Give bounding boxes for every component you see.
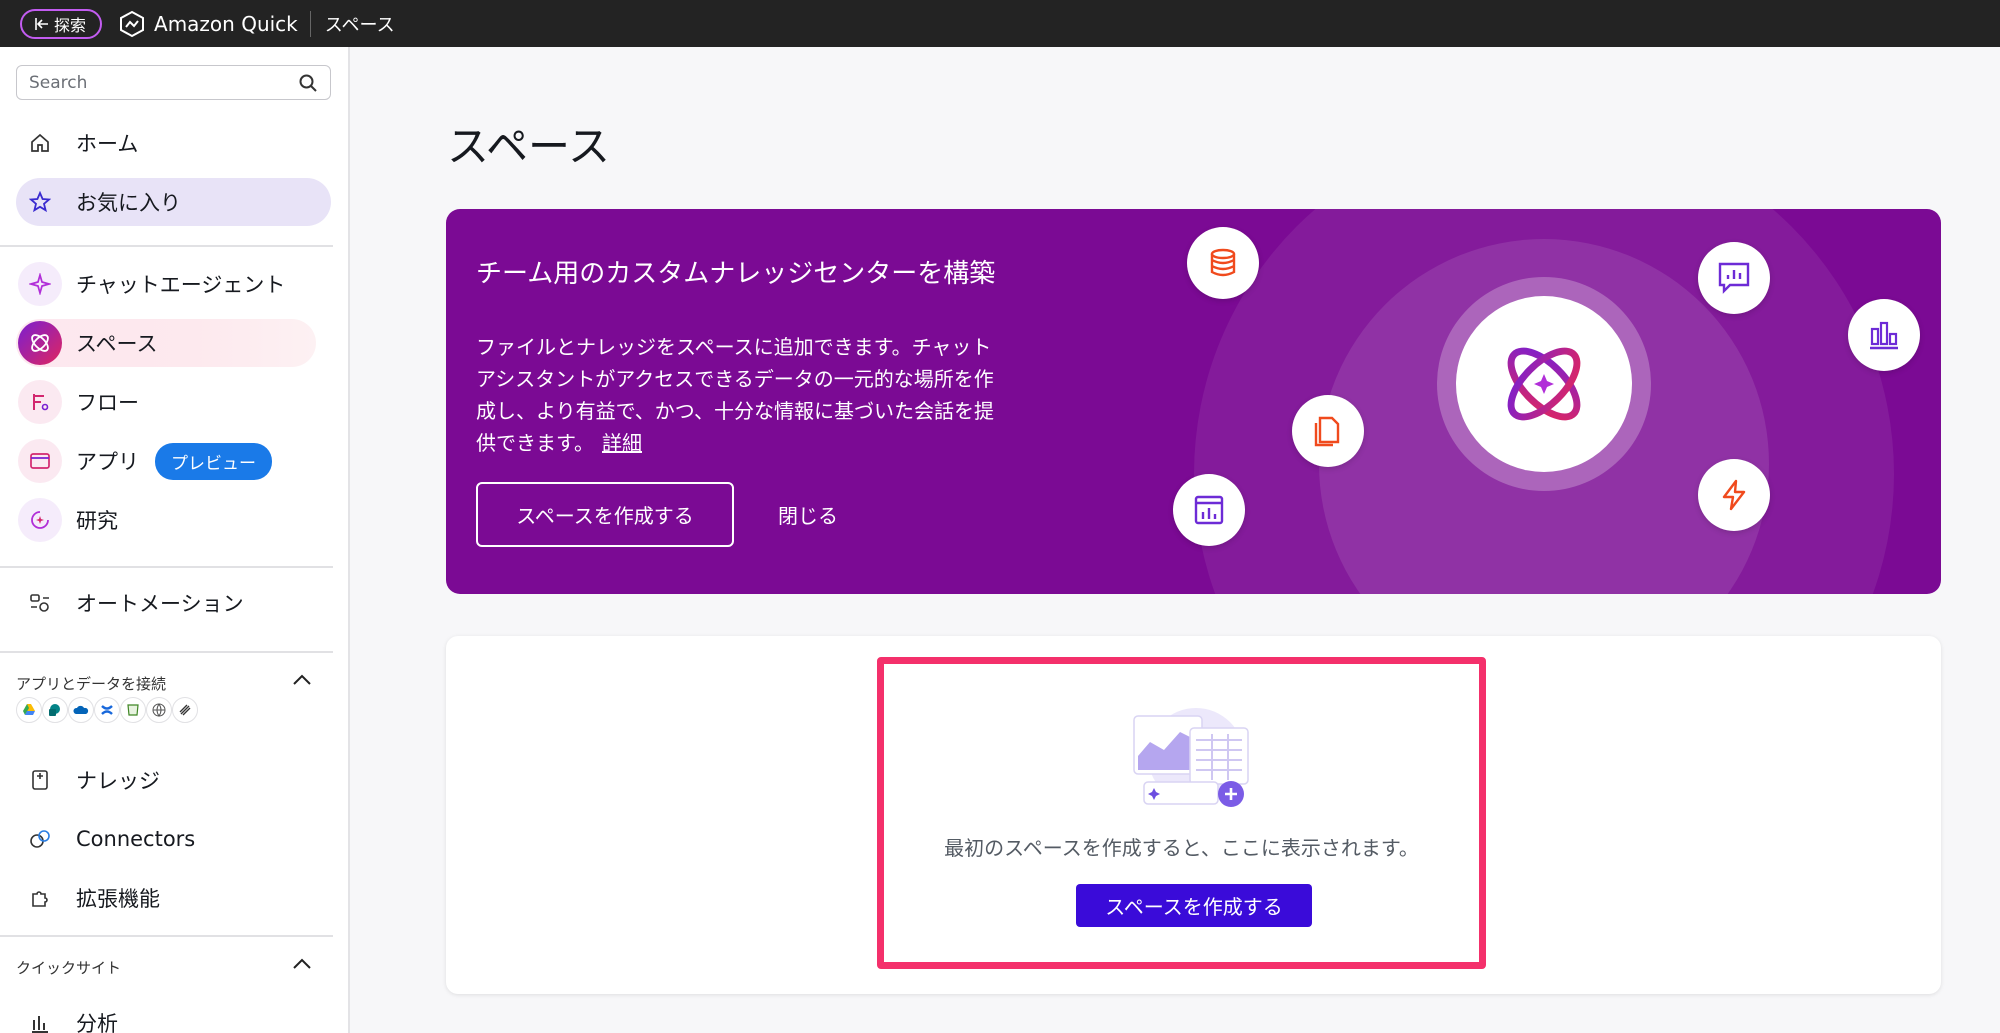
- space-hub: [1456, 296, 1632, 472]
- chevron-up-icon[interactable]: [290, 952, 314, 976]
- nav-item-knowledge[interactable]: ナレッジ: [16, 756, 331, 804]
- nav-label: お気に入り: [76, 191, 181, 215]
- chat-chart-icon: [1698, 242, 1770, 314]
- app-window-icon: [30, 453, 50, 469]
- home-icon: [31, 133, 49, 152]
- nav-item-analysis[interactable]: 分析: [16, 999, 331, 1033]
- create-space-button[interactable]: スペースを作成する: [1076, 884, 1312, 927]
- nav-item-extensions[interactable]: 拡張機能: [16, 874, 331, 922]
- space-atom-icon: [1507, 347, 1581, 421]
- nav-label: ナレッジ: [76, 769, 160, 793]
- preview-badge: プレビュー: [155, 442, 272, 480]
- divider: [0, 651, 333, 653]
- breadcrumb: スペース: [324, 14, 395, 36]
- banner-description: ファイルとナレッジをスペースに追加できます。チャットアシスタントがアクセスできる…: [476, 331, 996, 459]
- banner-title: チーム用のカスタムナレッジセンターを構築: [476, 259, 996, 289]
- quicksight-section-title: クイックサイト: [16, 959, 122, 977]
- bar-chart-icon: [1848, 299, 1920, 371]
- other-connector-icon[interactable]: [172, 697, 198, 723]
- nav-label: スペース: [76, 332, 158, 356]
- banner-description-text: ファイルとナレッジをスペースに追加できます。チャットアシスタントがアクセスできる…: [476, 335, 994, 455]
- nav-item-spaces[interactable]: スペース: [16, 319, 316, 367]
- nav-item-favorites[interactable]: お気に入り: [16, 178, 331, 226]
- nav-item-home[interactable]: ホーム: [16, 119, 331, 167]
- web-icon[interactable]: [146, 697, 172, 723]
- confluence-icon[interactable]: [94, 697, 120, 723]
- explore-label: 探索: [54, 15, 87, 35]
- documents-icon: [1292, 395, 1364, 467]
- nav-label: ホーム: [76, 132, 139, 156]
- automation-icon: [30, 594, 49, 612]
- flow-icon: [33, 394, 49, 411]
- nav-item-chat-agent[interactable]: チャットエージェント: [16, 260, 331, 308]
- knowledge-icon: [32, 770, 48, 790]
- top-bar: 探索 Amazon Quick スペース: [0, 0, 2000, 47]
- space-atom-icon: [31, 334, 49, 352]
- google-drive-icon[interactable]: [16, 697, 42, 723]
- report-table-icon: [1173, 474, 1245, 546]
- lightning-icon: [1698, 459, 1770, 531]
- nav-item-flows[interactable]: フロー: [16, 378, 331, 426]
- nav-label: 研究: [76, 509, 118, 533]
- nav-label: 分析: [76, 1012, 118, 1033]
- puzzle-icon: [32, 891, 48, 907]
- search-input[interactable]: [29, 72, 298, 93]
- s3-icon[interactable]: [120, 697, 146, 723]
- connector-icons: [16, 697, 198, 723]
- divider: [0, 566, 333, 568]
- explore-button[interactable]: 探索: [20, 8, 103, 39]
- sparkle-icon: [29, 273, 51, 295]
- connect-section-title: アプリとデータを接続: [16, 675, 167, 693]
- nav-item-research[interactable]: 研究: [16, 496, 331, 544]
- nav-label: フロー: [76, 391, 139, 415]
- empty-state-message: 最初のスペースを作成すると、ここに表示されます。: [944, 836, 1419, 860]
- brand-name: Amazon Quick: [154, 11, 298, 36]
- divider: [0, 245, 333, 247]
- database-icon: [1187, 227, 1259, 299]
- star-icon: [29, 191, 51, 213]
- learn-more-link[interactable]: 詳細: [602, 431, 642, 455]
- onedrive-icon[interactable]: [68, 697, 94, 723]
- search-icon[interactable]: [298, 73, 318, 93]
- search-box[interactable]: [16, 65, 331, 100]
- brand-divider: [309, 10, 311, 37]
- banner-close-button[interactable]: 閉じる: [778, 482, 838, 547]
- empty-state-illustration: [1133, 708, 1249, 807]
- quick-logo-icon: [120, 10, 145, 37]
- nav-label: アプリ: [76, 450, 139, 474]
- nav-label: チャットエージェント: [76, 273, 286, 297]
- nav-label: オートメーション: [76, 592, 244, 616]
- brand[interactable]: Amazon Quick: [118, 10, 298, 38]
- sidebar: ホーム お気に入り チャットエージェント スペース フロー アプリ プレビュー …: [0, 47, 350, 1033]
- nav-item-apps[interactable]: アプリ プレビュー: [16, 437, 331, 485]
- nav-item-automation[interactable]: オートメーション: [16, 579, 331, 627]
- sharepoint-icon[interactable]: [42, 697, 68, 723]
- banner-create-space-button[interactable]: スペースを作成する: [476, 482, 734, 547]
- connectors-icon: [30, 830, 50, 848]
- collapse-left-icon: [35, 17, 48, 30]
- chevron-up-icon[interactable]: [290, 668, 314, 692]
- divider: [0, 935, 333, 937]
- page-title: スペース: [447, 122, 610, 171]
- analysis-chart-icon: [32, 1016, 48, 1033]
- nav-label: 拡張機能: [76, 887, 160, 911]
- nav-label: Connectors: [76, 827, 196, 851]
- promo-banner: チーム用のカスタムナレッジセンターを構築 ファイルとナレッジをスペースに追加でき…: [446, 209, 1941, 594]
- nav-item-connectors[interactable]: Connectors: [16, 815, 331, 863]
- research-icon: [31, 511, 49, 529]
